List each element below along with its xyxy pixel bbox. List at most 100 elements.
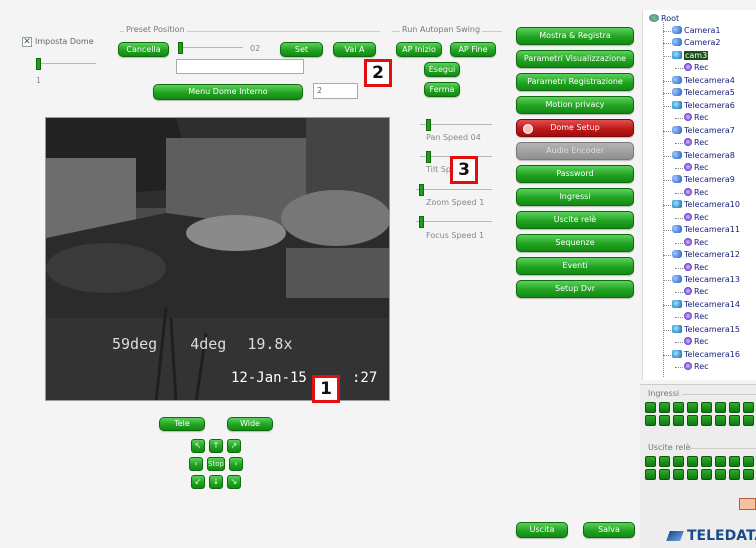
- input-led[interactable]: [715, 402, 726, 413]
- output-led[interactable]: [729, 469, 740, 480]
- input-led[interactable]: [645, 415, 656, 426]
- tree-rec-node[interactable]: Rec: [684, 361, 709, 373]
- tree-camera-node[interactable]: Telecamera5: [672, 87, 735, 99]
- input-led[interactable]: [659, 415, 670, 426]
- tree-rec-node[interactable]: Rec: [684, 336, 709, 348]
- dome-checkbox[interactable]: ✕: [22, 37, 32, 47]
- tree-rec-node[interactable]: Rec: [684, 311, 709, 323]
- output-led[interactable]: [645, 456, 656, 467]
- tree-root[interactable]: Root: [649, 13, 679, 25]
- output-led[interactable]: [673, 469, 684, 480]
- input-led[interactable]: [701, 415, 712, 426]
- tree-camera-node[interactable]: Telecamera11: [672, 224, 740, 236]
- tree-camera-node[interactable]: Telecamera14: [672, 299, 740, 311]
- set-preset-button[interactable]: Set: [280, 42, 323, 57]
- autopan-run-button[interactable]: Esegui: [424, 62, 460, 77]
- goto-preset-button[interactable]: Vai A: [333, 42, 376, 57]
- tree-rec-node[interactable]: Rec: [684, 187, 709, 199]
- menu-show-record[interactable]: Mostra & Registra: [516, 27, 634, 45]
- delete-preset-button[interactable]: Cancella: [118, 42, 169, 57]
- menu-inputs[interactable]: Ingressi: [516, 188, 634, 206]
- dome-slider[interactable]: [36, 58, 96, 70]
- output-led[interactable]: [743, 469, 754, 480]
- pan-left-button[interactable]: ‹: [189, 457, 203, 471]
- tree-rec-node[interactable]: Rec: [684, 112, 709, 124]
- input-led[interactable]: [701, 402, 712, 413]
- output-led[interactable]: [673, 456, 684, 467]
- menu-audio-encoder[interactable]: Audio Encoder: [516, 142, 634, 160]
- menu-display-params[interactable]: Parametri Visualizzazione: [516, 50, 634, 68]
- preset-name-input[interactable]: [176, 59, 304, 74]
- camera-video-feed[interactable]: 59deg 4deg 19.8x 12-Jan-15 :27: [45, 117, 390, 401]
- input-led[interactable]: [729, 402, 740, 413]
- zoom-speed-slider[interactable]: [416, 184, 492, 196]
- tree-camera-node[interactable]: cam3: [672, 50, 709, 62]
- tree-camera-node[interactable]: Telecamera12: [672, 249, 740, 261]
- pan-up-right-button[interactable]: ↗: [227, 439, 241, 453]
- output-led[interactable]: [701, 469, 712, 480]
- input-led[interactable]: [673, 415, 684, 426]
- dome-menu-input[interactable]: 2: [313, 83, 358, 99]
- dome-menu-button[interactable]: Menu Dome Interno: [153, 84, 303, 100]
- save-button[interactable]: Salva: [583, 522, 635, 538]
- menu-record-params[interactable]: Parametri Registrazione: [516, 73, 634, 91]
- pan-up-left-button[interactable]: ↖: [191, 439, 205, 453]
- tree-camera-node[interactable]: Camera1: [672, 25, 720, 37]
- tree-rec-node[interactable]: Rec: [684, 262, 709, 274]
- tree-rec-node[interactable]: Rec: [684, 62, 709, 74]
- ptz-stop-button[interactable]: Stop: [207, 457, 225, 471]
- autopan-start-button[interactable]: AP Inizio: [396, 42, 442, 57]
- tree-camera-node[interactable]: Telecamera8: [672, 150, 735, 162]
- preset-slider[interactable]: [178, 42, 243, 54]
- menu-events[interactable]: Eventi: [516, 257, 634, 275]
- autopan-stop-button[interactable]: Ferma: [424, 82, 460, 97]
- menu-relay-outputs[interactable]: Uscite relè: [516, 211, 634, 229]
- tree-camera-node[interactable]: Telecamera9: [672, 174, 735, 186]
- zoom-tele-button[interactable]: Tele: [159, 417, 205, 431]
- tree-rec-node[interactable]: Rec: [684, 162, 709, 174]
- input-led[interactable]: [729, 415, 740, 426]
- tree-camera-node[interactable]: Telecamera15: [672, 324, 740, 336]
- tree-rec-node[interactable]: Rec: [684, 212, 709, 224]
- input-led[interactable]: [645, 402, 656, 413]
- tree-camera-node[interactable]: Telecamera13: [672, 274, 740, 286]
- tree-camera-node[interactable]: Telecamera7: [672, 125, 735, 137]
- pan-down-right-button[interactable]: ↘: [227, 475, 241, 489]
- output-led[interactable]: [687, 469, 698, 480]
- tree-camera-node[interactable]: Telecamera10: [672, 199, 740, 211]
- output-led[interactable]: [715, 469, 726, 480]
- output-led[interactable]: [729, 456, 740, 467]
- pan-speed-slider[interactable]: [420, 119, 492, 131]
- tree-rec-node[interactable]: Rec: [684, 237, 709, 249]
- tilt-down-button[interactable]: ↓: [209, 475, 223, 489]
- focus-speed-slider[interactable]: [416, 216, 492, 228]
- pan-down-left-button[interactable]: ↙: [191, 475, 205, 489]
- autopan-end-button[interactable]: AP Fine: [450, 42, 496, 57]
- tree-camera-node[interactable]: Telecamera6: [672, 100, 735, 112]
- output-led[interactable]: [687, 456, 698, 467]
- output-led[interactable]: [701, 456, 712, 467]
- input-led[interactable]: [673, 402, 684, 413]
- tree-rec-node[interactable]: Rec: [684, 137, 709, 149]
- input-led[interactable]: [687, 415, 698, 426]
- menu-motion-privacy[interactable]: Motion privacy: [516, 96, 634, 114]
- menu-dome-setup[interactable]: Dome Setup: [516, 119, 634, 137]
- io-settings-icon[interactable]: [739, 498, 756, 510]
- output-led[interactable]: [659, 456, 670, 467]
- output-led[interactable]: [715, 456, 726, 467]
- output-led[interactable]: [645, 469, 656, 480]
- tree-rec-node[interactable]: Rec: [684, 286, 709, 298]
- input-led[interactable]: [659, 402, 670, 413]
- zoom-wide-button[interactable]: Wide: [227, 417, 273, 431]
- input-led[interactable]: [743, 415, 754, 426]
- input-led[interactable]: [687, 402, 698, 413]
- menu-setup-dvr[interactable]: Setup Dvr: [516, 280, 634, 298]
- exit-button[interactable]: Uscita: [516, 522, 568, 538]
- input-led[interactable]: [743, 402, 754, 413]
- tree-camera-node[interactable]: Camera2: [672, 37, 720, 49]
- tree-camera-node[interactable]: Telecamera4: [672, 75, 735, 87]
- input-led[interactable]: [715, 415, 726, 426]
- pan-right-button[interactable]: ›: [229, 457, 243, 471]
- tilt-up-button[interactable]: ↑: [209, 439, 223, 453]
- output-led[interactable]: [743, 456, 754, 467]
